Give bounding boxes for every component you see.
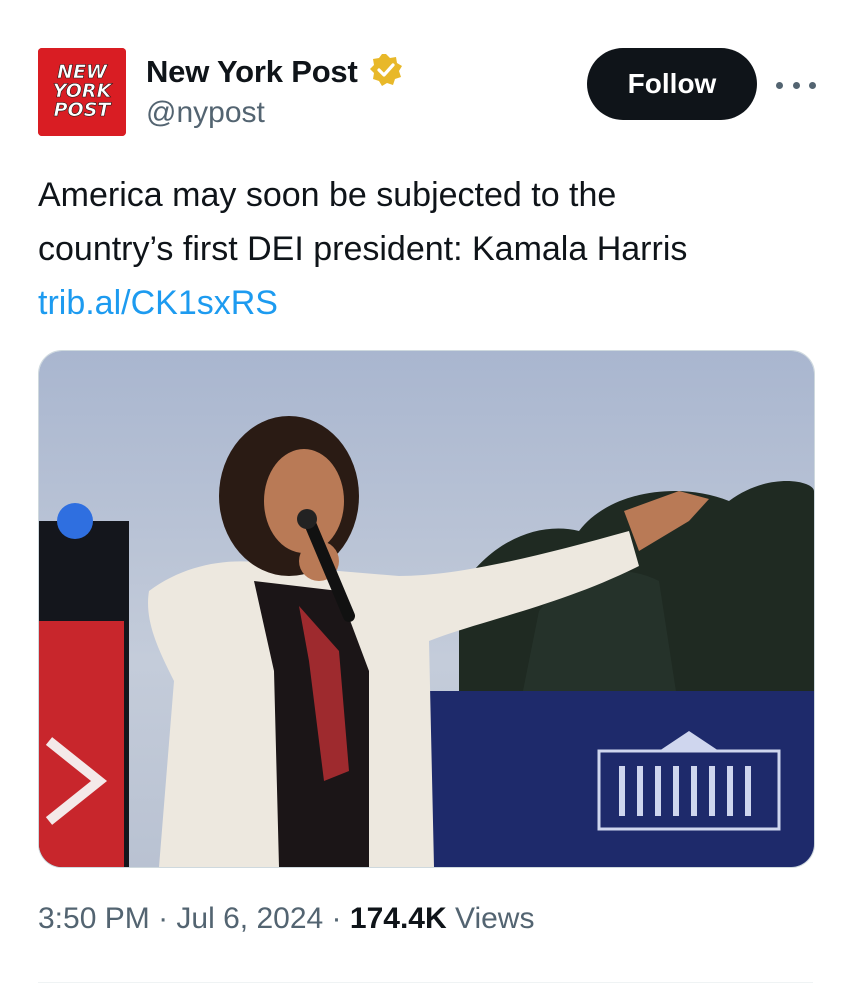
tweet-text: America may soon be subjected to the cou… bbox=[38, 168, 818, 330]
tweet-text-line: America may soon be subjected to the bbox=[38, 176, 617, 214]
account-name-row[interactable]: New York Post bbox=[146, 52, 404, 92]
tweet-text-line: country’s first DEI president: Kamala Ha… bbox=[38, 230, 688, 268]
verified-badge-icon bbox=[368, 52, 404, 93]
more-options-icon[interactable] bbox=[776, 70, 816, 100]
account-avatar[interactable]: NEW YORK POST bbox=[38, 48, 126, 136]
tweet-media-photo[interactable] bbox=[38, 350, 815, 868]
tweet-meta: 3:50 PM · Jul 6, 2024 · 174.4K Views bbox=[38, 902, 534, 936]
photo-of-speaker-icon bbox=[39, 351, 814, 867]
follow-button[interactable]: Follow bbox=[587, 48, 757, 120]
meta-separator: · bbox=[331, 902, 342, 935]
more-dot bbox=[776, 81, 783, 89]
nypost-logo: NEW YORK POST bbox=[38, 48, 126, 136]
more-dot bbox=[792, 81, 800, 89]
account-handle[interactable]: @nypost bbox=[146, 96, 265, 130]
logo-line-3: POST bbox=[54, 99, 113, 121]
divider bbox=[38, 982, 813, 983]
tweet-link[interactable]: trib.al/CK1sxRS bbox=[38, 276, 818, 330]
views-label: Views bbox=[454, 902, 535, 935]
views-count: 174.4K bbox=[349, 902, 447, 935]
meta-separator: · bbox=[158, 902, 169, 935]
tweet-time[interactable]: 3:50 PM bbox=[38, 902, 150, 935]
tweet-date[interactable]: Jul 6, 2024 bbox=[176, 902, 323, 935]
more-dot bbox=[809, 81, 816, 89]
display-name[interactable]: New York Post bbox=[146, 54, 358, 90]
